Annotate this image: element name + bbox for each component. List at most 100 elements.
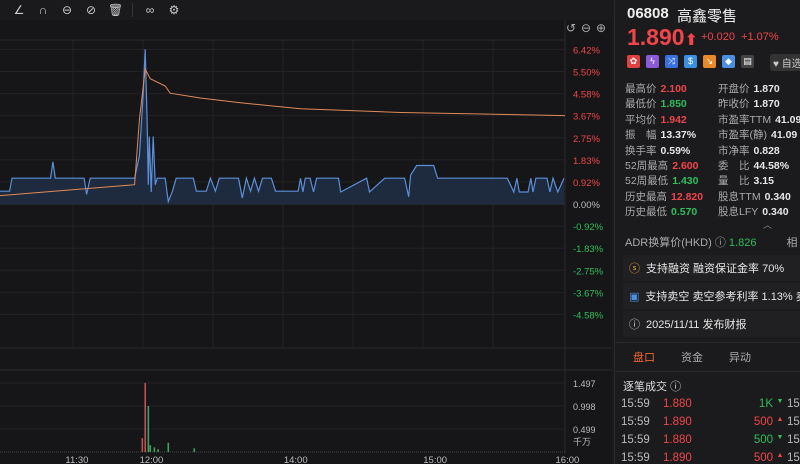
trade-time: 15:59: [621, 416, 650, 428]
stats-grid: 最高价 2.100 开盘价 1.870 最低价 1.850 昨收价 1.870 平均价 1.942…: [625, 81, 800, 220]
trades-header: 逐笔成交 ⓘ: [623, 378, 681, 394]
pct-tick-label: 4.58%: [573, 90, 600, 101]
info-icon[interactable]: ⓘ: [715, 237, 726, 249]
pct-tick-label: -2.75%: [573, 266, 604, 277]
vol-unit-label: 千万: [573, 437, 591, 447]
time-tick-label: 12:00: [140, 455, 164, 464]
stat-cell: 市净率 0.828: [718, 143, 780, 158]
earnings-card[interactable]: ⓘ 2025/11/11 发布财报: [623, 311, 800, 337]
pct-tick-label: 0.92%: [573, 178, 600, 189]
stat-value: 1.430: [672, 175, 699, 188]
down-triangle-icon: ▼: [776, 434, 784, 441]
document-icon[interactable]: ▤: [741, 55, 754, 68]
stat-value: 0.570: [671, 206, 698, 219]
stat-row: 最高价 2.100 开盘价 1.870: [625, 81, 800, 96]
reset-icon[interactable]: ↺: [566, 21, 576, 35]
volume-bar: [153, 447, 156, 452]
trade-row: 15:591.890500▲15:59: [621, 416, 800, 428]
add-watchlist-button[interactable]: ♥ 自选: [770, 54, 800, 71]
magnet-icon[interactable]: ∩: [36, 3, 50, 17]
chart-background: [0, 20, 612, 464]
stat-cell: 换手率 0.59%: [625, 143, 718, 158]
stat-value: 13.37%: [660, 129, 697, 142]
settings-icon[interactable]: ⚙: [167, 3, 181, 17]
stat-label: 昨收价: [718, 98, 750, 111]
zoom-in-icon[interactable]: ⊕: [596, 21, 606, 35]
trade-time: 15:59: [787, 398, 800, 410]
stat-value: 44.58%: [753, 159, 790, 172]
info-icon[interactable]: ⓘ: [670, 381, 681, 393]
shuffle-icon[interactable]: ⤨: [665, 55, 678, 68]
adr-value: 1.826: [728, 237, 757, 249]
hk-flag-icon[interactable]: ✿: [627, 55, 640, 68]
intraday-chart[interactable]: 6.42% 5.50% 4.58% 3.67% 2.75% 1.83% 0.92% 0.00%…: [0, 20, 612, 464]
stat-cell: 股息TTM 0.340: [718, 189, 791, 204]
stat-cell: 开盘价 1.870: [718, 81, 780, 96]
stat-cell: 平均价 1.942: [625, 112, 718, 127]
vol-tick-label: 0.998: [573, 402, 596, 412]
line-draw-icon[interactable]: ∠: [12, 3, 26, 17]
trade-row: 15:591.8801K▼15:59: [621, 398, 800, 410]
tag-icon[interactable]: ◆: [722, 55, 735, 68]
stat-label: 最高价: [625, 83, 657, 95]
margin-card[interactable]: ⓢ 支持融资 融资保证金率 70%: [623, 255, 800, 281]
stat-cell: 52周最高 2.600: [625, 158, 718, 173]
stat-cell: 市盈率TTM 41.09: [718, 112, 800, 127]
stat-value: 0.59%: [660, 144, 691, 157]
trade-price: 1.890: [663, 452, 692, 464]
stat-value: 41.09: [775, 113, 800, 126]
stat-label: 历史最高: [625, 190, 667, 203]
volume-bar: [193, 448, 196, 452]
stat-value: 1.850: [660, 98, 687, 111]
stat-value: 1.942: [660, 113, 687, 126]
tab-activity[interactable]: 异动: [729, 349, 751, 365]
stat-cell: 52周最低 1.430: [625, 173, 718, 188]
stock-name: 高鑫零售: [677, 8, 738, 25]
stat-value: 12.820: [671, 190, 704, 203]
dollar-icon[interactable]: $: [684, 55, 697, 68]
collapse-icon[interactable]: ︿: [763, 218, 772, 231]
delete-icon[interactable]: 🗑: [108, 3, 123, 17]
price-change: +0.020 +1.07%: [701, 31, 779, 43]
stat-row: 平均价 1.942 市盈率TTM 41.09: [625, 112, 800, 127]
zoom-out-icon[interactable]: ⊖: [581, 21, 591, 35]
hide-drawings-icon[interactable]: ⊘: [84, 3, 98, 17]
adr-label: ADR换算价(HKD): [625, 237, 712, 249]
trade-time: 15:59: [621, 398, 650, 410]
quote-panel: 06808 高鑫零售 1.890⬆ +0.020 +1.07% ✿ ϟ ⤨ $ …: [614, 0, 800, 464]
trade-time: 15:59: [787, 452, 800, 464]
volume-bar: [147, 406, 150, 452]
time-tick-label: 11:30: [65, 455, 88, 464]
tab-funds[interactable]: 资金: [681, 349, 703, 365]
volume-bar: [141, 438, 144, 452]
stat-value: 0.340: [764, 190, 791, 203]
pct-tick-label: 3.67%: [573, 112, 600, 123]
pct-tick-label: 0.00%: [573, 200, 600, 211]
trade-volume: 1K: [758, 398, 773, 410]
last-price: 1.890⬆: [627, 24, 698, 51]
info-icon: ⓘ: [629, 319, 640, 331]
volume-bar: [149, 445, 152, 452]
dollar-circle-icon: ⓢ: [629, 263, 640, 275]
trade-price: 1.880: [663, 398, 692, 410]
lightning-icon[interactable]: ϟ: [646, 55, 659, 68]
volume-bar: [157, 449, 159, 452]
compare-icon[interactable]: ∞: [143, 3, 157, 17]
stat-value: 41.09: [771, 129, 798, 142]
short-text: 支持卖空 卖空参考利率 1.13% 卖: [645, 291, 800, 303]
trade-price: 1.880: [663, 434, 692, 446]
measure-icon[interactable]: ⊖: [60, 3, 74, 17]
tab-orderbook[interactable]: 盘口: [633, 349, 655, 365]
chart-box-icon: ▣: [629, 290, 640, 303]
trade-row: 15:591.880500▼15:59: [621, 434, 800, 446]
stat-row: 历史最高 12.820 股息TTM 0.340: [625, 189, 800, 204]
adr-row: ADR换算价(HKD) ⓘ 1.826 相: [625, 234, 797, 250]
stat-value: 3.15: [753, 175, 774, 188]
trend-down-icon[interactable]: ↘: [703, 55, 716, 68]
stat-label: 股息TTM: [718, 190, 761, 203]
short-card[interactable]: ▣ 支持卖空 卖空参考利率 1.13% 卖: [623, 283, 800, 309]
adr-extra: 相: [786, 237, 798, 249]
stat-row: 历史最低 0.570 股息LFY 0.340: [625, 204, 800, 219]
stat-label: 股息LFY: [718, 206, 759, 219]
stat-row: 振 幅 13.37% 市盈率(静) 41.09: [625, 127, 800, 142]
